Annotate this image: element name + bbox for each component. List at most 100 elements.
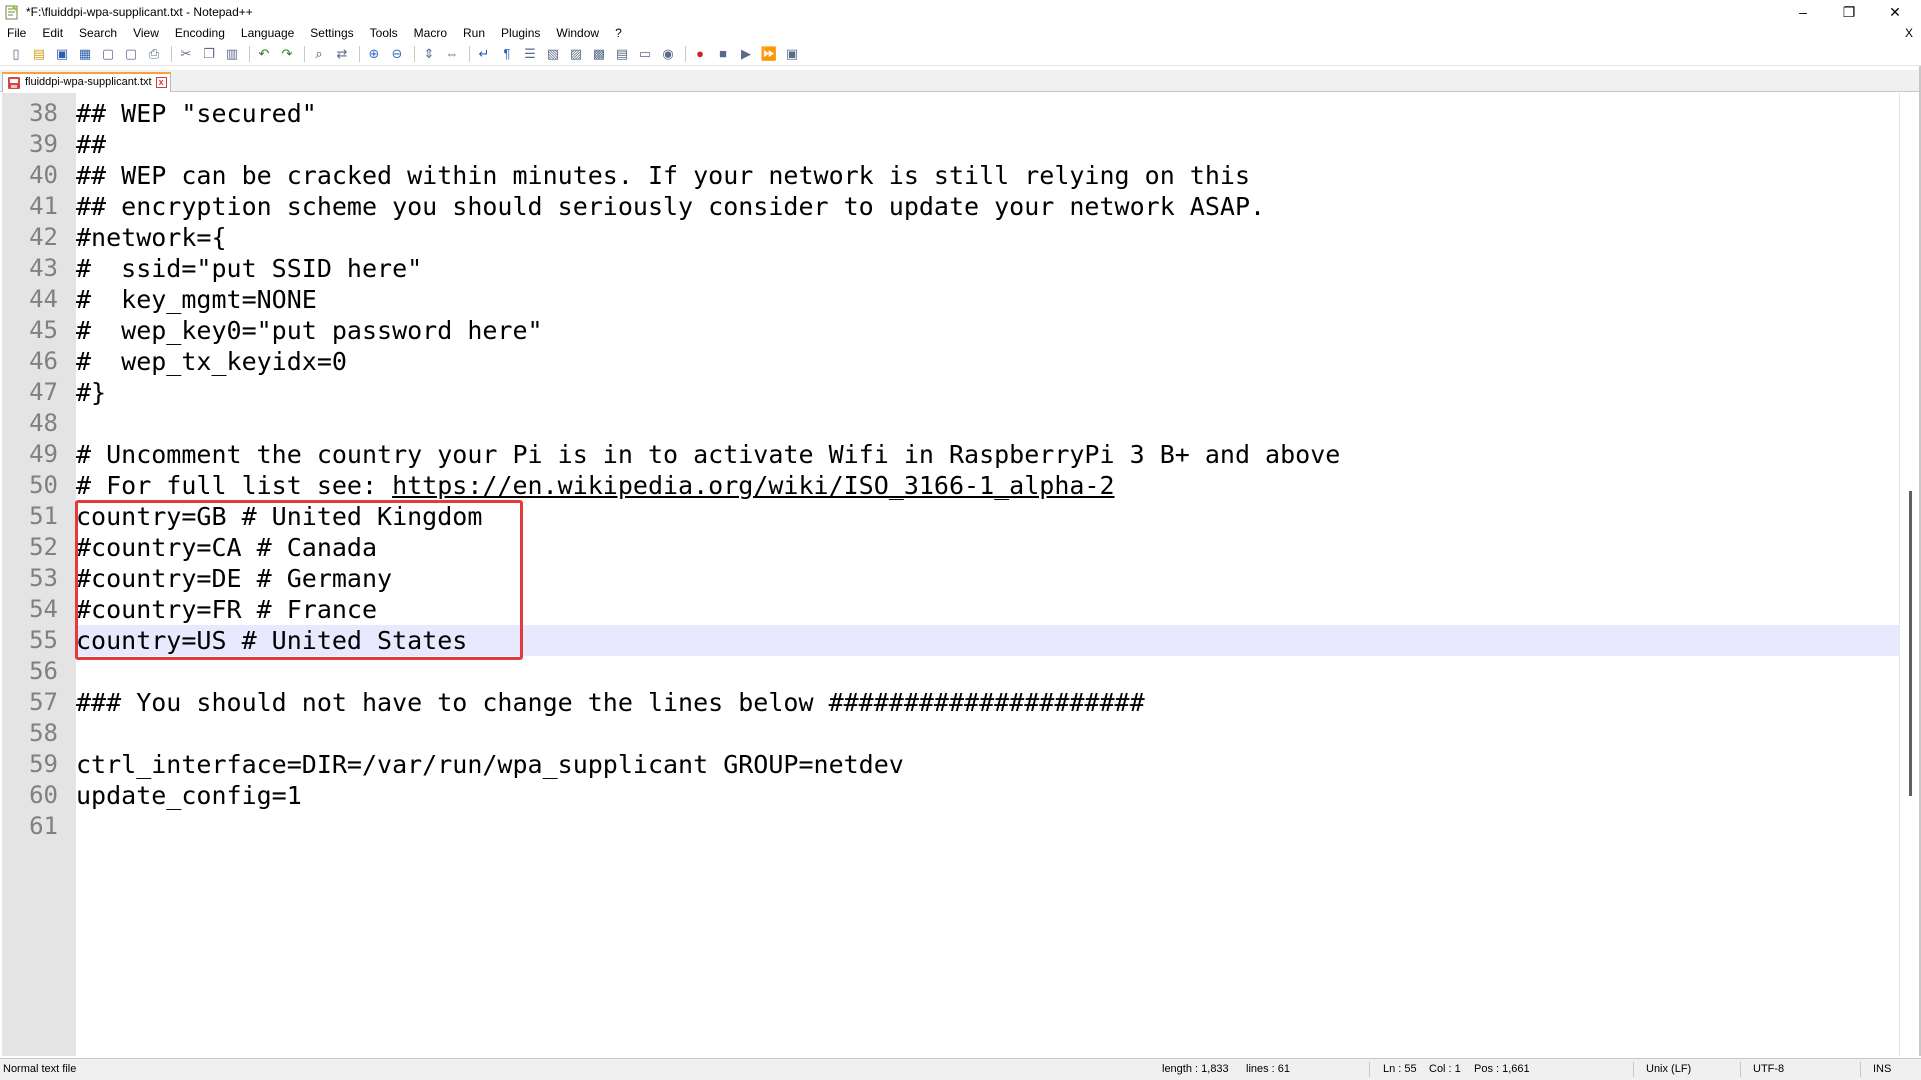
save-button[interactable]: ▣ <box>52 44 72 64</box>
redo-icon: ↷ <box>281 45 293 61</box>
word-wrap-button[interactable]: ↵ <box>474 44 494 64</box>
cut-button[interactable]: ✂ <box>176 44 196 64</box>
code-line[interactable]: ### You should not have to change the li… <box>76 687 1899 718</box>
menu-plugins[interactable]: Plugins <box>493 24 548 42</box>
tab-label: fluiddpi-wpa-supplicant.txt <box>25 76 152 88</box>
line-number: 50 <box>29 471 58 499</box>
indent-guide-button[interactable]: ☰ <box>520 44 540 64</box>
close-all-button[interactable]: ▢ <box>121 44 141 64</box>
restore-button[interactable]: ❐ <box>1826 0 1872 24</box>
menu-settings[interactable]: Settings <box>302 24 361 42</box>
open-file-button[interactable]: ▤ <box>29 44 49 64</box>
replace-button[interactable]: ⇄ <box>332 44 352 64</box>
status-pos: Pos : 1,661 <box>1474 1063 1530 1075</box>
menu-file[interactable]: File <box>0 24 34 42</box>
redo-button[interactable]: ↷ <box>277 44 297 64</box>
toolbar-separator <box>414 45 415 62</box>
hyperlink[interactable]: https://en.wikipedia.org/wiki/ISO_3166-1… <box>392 471 1114 500</box>
code-line[interactable]: # wep_tx_keyidx=0 <box>76 346 1899 377</box>
print-button[interactable]: ⎙ <box>144 44 164 64</box>
code-line[interactable] <box>76 656 1899 687</box>
menu-tools[interactable]: Tools <box>362 24 406 42</box>
code-line[interactable]: ## WEP "secured" <box>76 98 1899 129</box>
code-text: #} <box>76 378 107 407</box>
save-macro-button[interactable]: ▣ <box>782 44 802 64</box>
indent-guide-icon: ☰ <box>524 45 536 61</box>
find-button[interactable]: ⌕ <box>309 44 329 64</box>
play-macro-button[interactable]: ▶ <box>736 44 756 64</box>
code-line[interactable]: ## WEP can be cracked within minutes. If… <box>76 160 1899 191</box>
vertical-scrollbar[interactable] <box>1899 93 1921 1056</box>
status-eol: Unix (LF) <box>1646 1063 1692 1075</box>
zoom-in-button[interactable]: ⊕ <box>364 44 384 64</box>
line-number: 49 <box>29 440 58 468</box>
line-number: 48 <box>29 409 58 437</box>
code-line[interactable]: # wep_key0="put password here" <box>76 315 1899 346</box>
new-file-icon: ▯ <box>12 45 20 61</box>
close-button[interactable]: ▢ <box>98 44 118 64</box>
new-file-button[interactable]: ▯ <box>6 44 26 64</box>
code-line[interactable]: #} <box>76 377 1899 408</box>
status-ln: Ln : 55 <box>1383 1063 1417 1075</box>
menu-encoding[interactable]: Encoding <box>167 24 233 42</box>
code-line[interactable]: #network={ <box>76 222 1899 253</box>
play-macro-icon: ▶ <box>741 45 751 61</box>
menu-edit[interactable]: Edit <box>34 24 71 42</box>
menu-search[interactable]: Search <box>71 24 125 42</box>
menu-view[interactable]: View <box>125 24 167 42</box>
stop-record-button[interactable]: ■ <box>713 44 733 64</box>
code-line[interactable]: ctrl_interface=DIR=/var/run/wpa_supplica… <box>76 749 1899 780</box>
folder-workspace-button[interactable]: ▩ <box>589 44 609 64</box>
language-button[interactable]: ▧ <box>543 44 563 64</box>
code-line[interactable] <box>76 408 1899 439</box>
code-line[interactable]: # Uncomment the country your Pi is in to… <box>76 439 1899 470</box>
code-line[interactable] <box>76 811 1899 842</box>
status-divider <box>1740 1062 1741 1077</box>
status-bar: Normal text file length : 1,833 lines : … <box>0 1058 1921 1080</box>
save-all-button[interactable]: ▦ <box>75 44 95 64</box>
document-map-button[interactable]: ▤ <box>612 44 632 64</box>
show-all-chars-button[interactable]: ¶ <box>497 44 517 64</box>
status-file-type: Normal text file <box>3 1063 77 1075</box>
toolbar-separator <box>249 45 250 62</box>
code-line[interactable]: # ssid="put SSID here" <box>76 253 1899 284</box>
tab-close-icon[interactable]: x <box>155 77 167 88</box>
scrollbar-thumb[interactable] <box>1909 491 1912 796</box>
editor[interactable]: 38 39 40 41 42 43 44 45 46 47 48 49 50 51 52 53 54 55 56 57… <box>0 93 1921 1056</box>
code-line[interactable]: ## encryption scheme you should seriousl… <box>76 191 1899 222</box>
zoom-in-icon: ⊕ <box>368 45 380 61</box>
function-list-button[interactable]: ▨ <box>566 44 586 64</box>
doc-switcher-button[interactable]: ▭ <box>635 44 655 64</box>
minimize-button[interactable]: – <box>1780 0 1826 24</box>
show-all-chars-icon: ¶ <box>503 46 511 61</box>
menu-help[interactable]: ? <box>607 24 630 42</box>
menu-run[interactable]: Run <box>455 24 493 42</box>
monitoring-button[interactable]: ◉ <box>658 44 678 64</box>
zoom-out-button[interactable]: ⊖ <box>387 44 407 64</box>
code-line[interactable]: # For full list see: https://en.wikipedi… <box>76 470 1899 501</box>
code-line[interactable]: ## <box>76 129 1899 160</box>
code-line[interactable]: # key_mgmt=NONE <box>76 284 1899 315</box>
sync-horizontal-button[interactable]: ⇔ <box>442 44 462 64</box>
code-text: ## <box>76 130 107 159</box>
line-number: 44 <box>29 285 58 313</box>
line-number: 42 <box>29 223 58 251</box>
tab-fluiddpi-wpa-supplicant[interactable]: fluiddpi-wpa-supplicant.txt x <box>2 72 171 92</box>
record-macro-button[interactable]: ● <box>690 44 710 64</box>
menu-window[interactable]: Window <box>548 24 607 42</box>
language-icon: ▧ <box>546 45 560 61</box>
copy-icon: ❐ <box>203 45 215 61</box>
undo-button[interactable]: ↶ <box>254 44 274 64</box>
close-window-button[interactable]: ✕ <box>1872 0 1918 24</box>
line-number: 60 <box>29 781 58 809</box>
run-macro-multiple-button[interactable]: ⏩ <box>759 44 779 64</box>
sync-vertical-button[interactable]: ⇕ <box>419 44 439 64</box>
copy-button[interactable]: ❐ <box>199 44 219 64</box>
code-line[interactable]: update_config=1 <box>76 780 1899 811</box>
menu-language[interactable]: Language <box>233 24 302 42</box>
line-number: 56 <box>29 657 58 685</box>
code-line[interactable] <box>76 718 1899 749</box>
menu-macro[interactable]: Macro <box>406 24 455 42</box>
close-document-button[interactable]: X <box>1905 24 1913 42</box>
paste-button[interactable]: ▥ <box>222 44 242 64</box>
